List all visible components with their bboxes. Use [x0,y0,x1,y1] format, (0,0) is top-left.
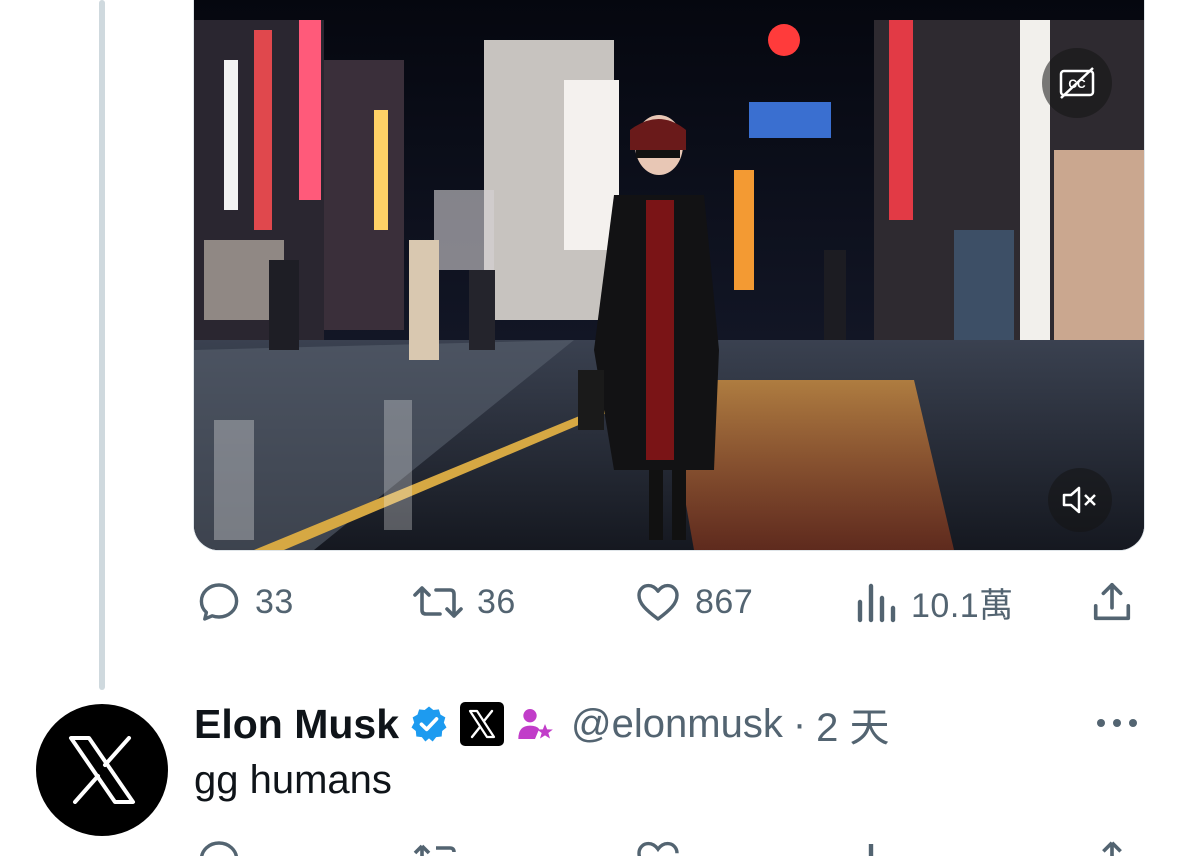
unmute-button[interactable] [1048,468,1112,532]
speaker-muted-icon [1062,486,1096,514]
like-icon [637,841,679,856]
captions-off-icon: CC [1059,67,1095,99]
views-icon [857,583,896,623]
reply-count: 33 [255,582,294,621]
verified-badge-icon [411,706,447,742]
repost-button[interactable]: 36 [411,572,516,632]
share-button[interactable] [1089,572,1135,632]
thread-connector-line [99,0,105,690]
share-icon [1102,841,1122,856]
timestamp[interactable]: 2 天 [816,695,889,753]
dot-separator: · [792,701,807,746]
view-count: 10.1萬 [911,586,1014,625]
tweet-text: gg humans [194,758,392,802]
reply-button[interactable]: 33 [195,572,294,632]
repost-icon [413,844,456,856]
x-affiliate-badge-icon [460,702,505,746]
captions-toggle-button[interactable]: CC [1042,48,1112,118]
views-icon [868,844,874,856]
more-options-button[interactable] [1094,708,1140,738]
share-icon [1093,582,1131,621]
user-handle[interactable]: @elonmusk [571,702,783,747]
reply-icon [199,583,239,621]
display-name[interactable]: Elon Musk [194,701,399,748]
tweet-header: Elon Musk @elonmusk · 2 天 [194,696,890,752]
views-button[interactable]: 10.1萬 [855,572,1014,632]
video-player[interactable]: CC [193,0,1145,551]
reply-tweet-actions-bar [193,836,1143,856]
like-icon [637,583,679,621]
repost-icon [413,586,463,618]
like-count: 867 [695,582,754,621]
x-logo-icon [69,736,135,804]
repost-count: 36 [477,582,516,621]
automated-account-icon [518,709,553,739]
video-frame [194,0,1144,550]
avatar[interactable] [36,704,168,836]
reply-icon [200,841,238,856]
tweet-actions-bar: 33 36 867 10.1萬 [193,572,1143,632]
more-dots-icon [1097,719,1137,727]
like-button[interactable]: 867 [633,572,753,632]
